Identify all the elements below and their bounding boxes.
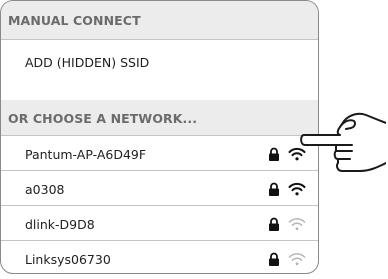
wifi-icon xyxy=(288,182,306,196)
network-row[interactable]: Pantum-AP-A6D49F xyxy=(1,135,318,170)
network-ssid: Linksys06730 xyxy=(25,252,111,267)
network-row[interactable]: dlink-D9D8 xyxy=(1,205,318,240)
network-status-icons xyxy=(258,206,318,240)
network-ssid: Pantum-AP-A6D49F xyxy=(25,147,147,162)
network-row[interactable]: a0308 xyxy=(1,170,318,205)
lock-icon xyxy=(269,217,279,231)
wifi-network-panel: MANUAL CONNECT ADD (HIDDEN) SSID OR CHOO… xyxy=(0,0,319,274)
wifi-icon xyxy=(288,218,306,231)
lock-icon xyxy=(269,252,279,266)
manual-connect-header: MANUAL CONNECT xyxy=(1,1,318,39)
network-row[interactable]: Linksys06730 xyxy=(1,240,318,273)
lock-icon xyxy=(269,182,279,196)
network-status-icons xyxy=(258,241,318,273)
pointing-hand-icon xyxy=(300,112,386,172)
wifi-icon xyxy=(288,253,306,266)
choose-network-header: OR CHOOSE A NETWORK... xyxy=(1,100,318,135)
network-ssid: a0308 xyxy=(25,182,65,197)
lock-icon xyxy=(269,147,279,161)
network-ssid: dlink-D9D8 xyxy=(25,217,95,232)
add-hidden-ssid-link[interactable]: ADD (HIDDEN) SSID xyxy=(1,39,318,100)
